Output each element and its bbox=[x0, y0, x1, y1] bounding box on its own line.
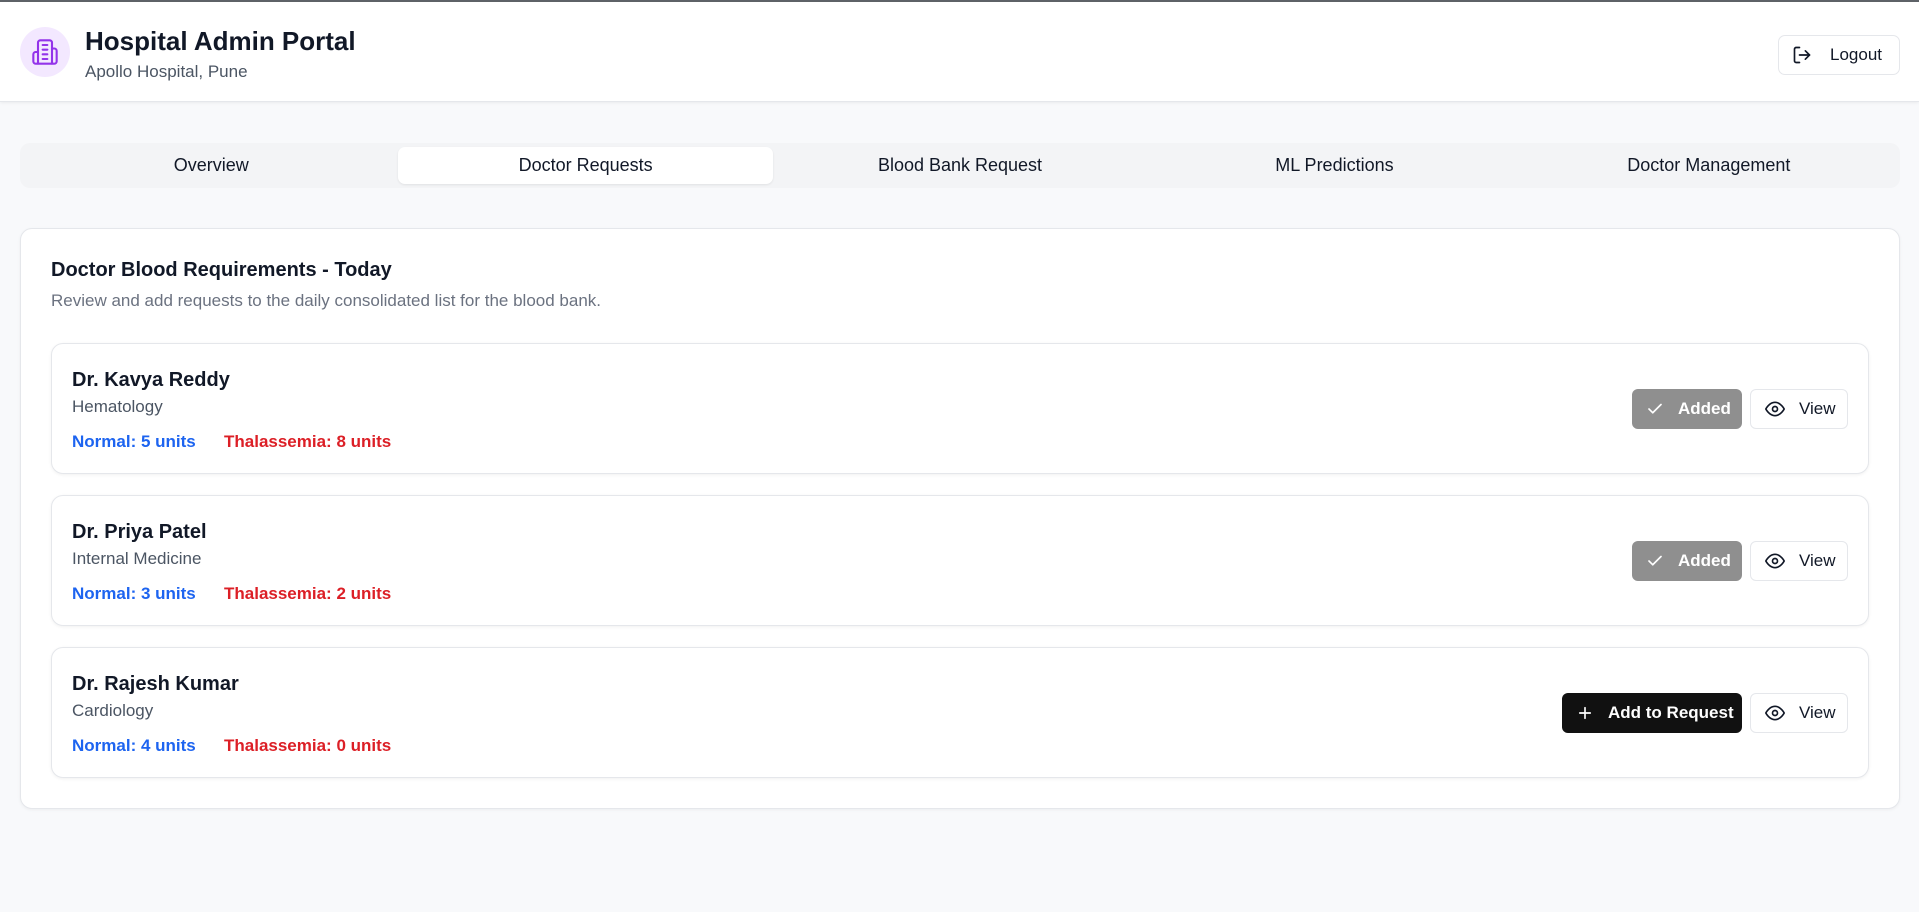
tab-ml-predictions[interactable]: ML Predictions bbox=[1147, 147, 1521, 184]
added-button[interactable]: Added bbox=[1632, 541, 1742, 581]
view-label: View bbox=[1799, 551, 1836, 570]
tab-blood-bank-request[interactable]: Blood Bank Request bbox=[773, 147, 1147, 184]
doctor-name: Dr. Rajesh Kumar bbox=[72, 673, 239, 695]
section-description: Review and add requests to the daily con… bbox=[51, 291, 602, 310]
view-button[interactable]: View bbox=[1750, 541, 1848, 581]
added-label: Added bbox=[1678, 551, 1731, 570]
section-title: Doctor Blood Requirements - Today bbox=[51, 259, 392, 281]
view-label: View bbox=[1799, 399, 1836, 418]
logout-button[interactable]: Logout bbox=[1778, 35, 1900, 75]
doctor-requests-card: Doctor Blood Requirements - Today Review… bbox=[20, 228, 1900, 809]
tab-doctor-requests[interactable]: Doctor Requests bbox=[398, 147, 773, 184]
hospital-name: Apollo Hospital, Pune bbox=[85, 62, 248, 81]
request-row: Dr. Rajesh Kumar Cardiology Normal: 4 un… bbox=[51, 647, 1869, 778]
normal-units: Normal: 5 units bbox=[72, 432, 196, 451]
normal-units: Normal: 4 units bbox=[72, 736, 196, 755]
normal-units: Normal: 3 units bbox=[72, 584, 196, 603]
view-button[interactable]: View bbox=[1750, 693, 1848, 733]
add-to-request-label: Add to Request bbox=[1608, 703, 1734, 722]
thalassemia-units: Thalassemia: 0 units bbox=[224, 736, 392, 755]
add-to-request-button[interactable]: Add to Request bbox=[1562, 693, 1742, 733]
doctor-department: Cardiology bbox=[72, 701, 154, 720]
thalassemia-units: Thalassemia: 2 units bbox=[224, 584, 392, 603]
tab-bar: Overview Doctor Requests Blood Bank Requ… bbox=[20, 143, 1900, 188]
logo bbox=[20, 27, 70, 77]
request-row: Dr. Priya Patel Internal Medicine Normal… bbox=[51, 495, 1869, 626]
doctor-department: Internal Medicine bbox=[72, 549, 202, 568]
eye-icon bbox=[1765, 703, 1785, 723]
logout-label: Logout bbox=[1830, 45, 1882, 64]
added-button[interactable]: Added bbox=[1632, 389, 1742, 429]
view-label: View bbox=[1799, 703, 1836, 722]
added-label: Added bbox=[1678, 399, 1731, 418]
logout-icon bbox=[1792, 45, 1812, 65]
check-icon bbox=[1646, 552, 1664, 570]
plus-icon bbox=[1576, 704, 1594, 722]
app-title: Hospital Admin Portal bbox=[85, 26, 356, 56]
app-header: Hospital Admin Portal Apollo Hospital, P… bbox=[0, 2, 1919, 102]
thalassemia-units: Thalassemia: 8 units bbox=[224, 432, 392, 451]
doctor-name: Dr. Priya Patel bbox=[72, 521, 207, 543]
doctor-department: Hematology bbox=[72, 397, 163, 416]
tab-doctor-management[interactable]: Doctor Management bbox=[1522, 147, 1896, 184]
tab-overview[interactable]: Overview bbox=[24, 147, 398, 184]
check-icon bbox=[1646, 400, 1664, 418]
request-row: Dr. Kavya Reddy Hematology Normal: 5 uni… bbox=[51, 343, 1869, 474]
eye-icon bbox=[1765, 551, 1785, 571]
doctor-name: Dr. Kavya Reddy bbox=[72, 369, 230, 391]
view-button[interactable]: View bbox=[1750, 389, 1848, 429]
hospital-building-icon bbox=[31, 38, 59, 66]
eye-icon bbox=[1765, 399, 1785, 419]
